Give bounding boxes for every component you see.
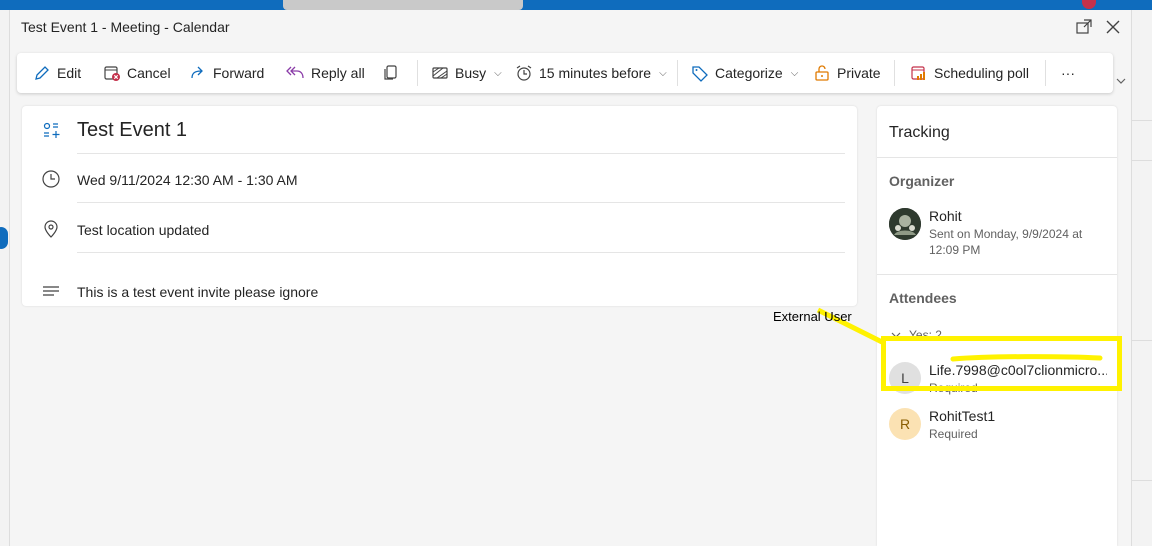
clock-icon <box>42 170 60 188</box>
divider <box>77 153 845 154</box>
pencil-icon <box>35 66 49 80</box>
divider <box>77 252 845 253</box>
reminder-label: 15 minutes before <box>539 65 652 81</box>
notification-badge <box>1082 0 1096 9</box>
annotation-label: External User <box>773 309 852 324</box>
attendee-role: Required <box>929 427 978 441</box>
annotation-highlight-box <box>881 336 1122 391</box>
attendee-avatar: R <box>889 408 921 440</box>
background-search-box <box>283 0 523 10</box>
background-right-pane <box>1131 10 1152 546</box>
calendar-cancel-icon <box>104 66 120 81</box>
chevron-down-icon: ⌵ <box>790 67 799 79</box>
divider <box>877 157 1117 158</box>
scheduling-poll-label: Scheduling poll <box>934 65 1029 81</box>
more-options-icon: ··· <box>1061 65 1075 81</box>
event-location: Test location updated <box>77 222 210 238</box>
tracking-panel: Tracking Organizer Rohit Sent on Monday,… <box>877 106 1117 546</box>
forward-button[interactable]: Forward <box>189 53 264 93</box>
reply-all-label: Reply all <box>311 65 365 81</box>
event-title: Test Event 1 <box>77 119 188 141</box>
close-button[interactable] <box>1103 17 1123 37</box>
cancel-button[interactable]: Cancel <box>103 53 171 93</box>
divider <box>77 202 845 203</box>
toolbar-separator <box>894 60 895 86</box>
organizer-avatar <box>889 208 921 240</box>
copy-button[interactable] <box>382 53 400 93</box>
event-details-card: Test Event 1 Wed 9/11/2024 12:30 AM - 1:… <box>22 106 857 306</box>
private-button[interactable]: Private <box>813 53 881 93</box>
event-body: This is a test event invite please ignor… <box>77 284 319 300</box>
forward-label: Forward <box>213 65 265 81</box>
close-icon <box>1106 20 1120 34</box>
cancel-label: Cancel <box>127 65 171 81</box>
tag-icon <box>692 66 708 82</box>
lock-icon <box>815 65 829 81</box>
title-bar: Test Event 1 - Meeting - Calendar <box>10 10 1131 44</box>
background-selected-day <box>0 227 8 249</box>
toolbar-separator <box>677 60 678 86</box>
copy-icon <box>384 65 397 80</box>
reminder-dropdown[interactable]: 15 minutes before ⌵ <box>515 53 667 93</box>
event-datetime: Wed 9/11/2024 12:30 AM - 1:30 AM <box>77 172 298 188</box>
event-window: Test Event 1 - Meeting - Calendar Edit C… <box>10 10 1131 546</box>
more-options-button[interactable]: ··· <box>1061 53 1075 93</box>
divider <box>877 274 1117 275</box>
attendee-name: RohitTest1 <box>929 408 996 424</box>
text-lines-icon <box>43 286 59 296</box>
toolbar-separator <box>1045 60 1046 86</box>
busy-status-icon <box>432 67 448 79</box>
attendees-heading: Attendees <box>889 290 957 306</box>
categorize-dropdown[interactable]: Categorize ⌵ <box>691 53 798 93</box>
location-pin-icon <box>44 220 58 238</box>
chevron-down-icon: ⌵ <box>494 67 502 79</box>
background-app-header <box>0 0 1152 10</box>
background-left-pane <box>0 10 10 546</box>
busy-label: Busy <box>455 65 487 81</box>
toolbar-separator <box>417 60 418 86</box>
edit-label: Edit <box>57 65 82 81</box>
edit-button[interactable]: Edit <box>33 53 81 93</box>
chevron-down-icon: ⌵ <box>659 67 667 79</box>
scheduling-poll-button[interactable]: Scheduling poll <box>910 53 1029 93</box>
organizer-name: Rohit <box>929 208 962 224</box>
pop-out-icon <box>1076 19 1092 34</box>
alarm-clock-icon <box>516 65 532 81</box>
categorize-label: Categorize <box>715 65 783 81</box>
organizer-sent-time: Sent on Monday, 9/9/2024 at 12:09 PM <box>929 227 1083 257</box>
scheduling-poll-icon <box>911 66 925 80</box>
pop-out-button[interactable] <box>1074 17 1094 37</box>
reply-all-icon <box>286 66 304 79</box>
forward-arrow-icon <box>191 66 203 79</box>
command-toolbar: Edit Cancel Forward Reply all Busy ⌵ 15 … <box>17 53 1113 93</box>
organizer-heading: Organizer <box>889 173 955 189</box>
show-as-dropdown[interactable]: Busy ⌵ <box>431 53 502 93</box>
private-label: Private <box>837 65 881 81</box>
organizer-photo-icon <box>889 208 921 240</box>
tracking-heading: Tracking <box>889 124 950 141</box>
ribbon-expand-chevron-icon[interactable] <box>1114 74 1128 88</box>
window-title: Test Event 1 - Meeting - Calendar <box>21 19 230 35</box>
event-type-icon <box>43 122 60 138</box>
reply-all-button[interactable]: Reply all <box>285 53 365 93</box>
